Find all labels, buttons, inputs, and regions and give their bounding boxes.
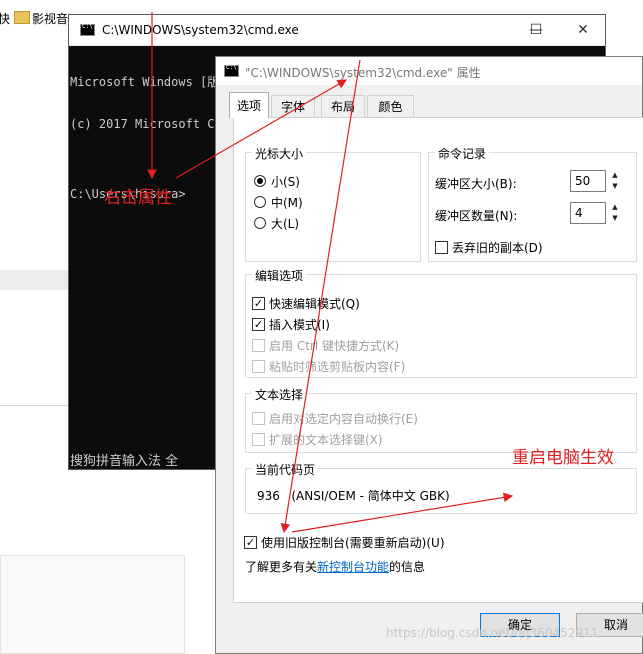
command-history-group: 命令记录 缓冲区大小(B): 50 ▲ ▼ 缓冲区数量(N): 4 ▲ ▼ 丢弃旧的… [428, 145, 637, 262]
cursor-size-group: 光标大小 小(S) 中(M) 大(L) [245, 145, 421, 262]
close-button[interactable]: ✕ [568, 19, 598, 41]
ctrl-keys-label: 启用 Ctrl 键快捷方式(K) [269, 339, 400, 353]
legacy-console-label[interactable]: 使用旧版控制台(需要重新启动)(U) [261, 534, 445, 551]
group-title: 当前代码页 [252, 461, 319, 478]
cursor-small-label[interactable]: 小(S) [271, 173, 300, 190]
tab-colors[interactable]: 颜色 [367, 95, 414, 117]
watermark: https://blog.csdn.net/qq360452911 [386, 626, 599, 640]
buffer-count-stepper[interactable]: ▲ ▼ [607, 202, 623, 224]
properties-dialog[interactable]: "C:\WINDOWS\system32\cmd.exe" 属性 选项 字体 布… [215, 56, 643, 654]
extended-keys-checkbox [252, 433, 265, 446]
cmd-app-icon[interactable] [80, 23, 95, 36]
tab-font[interactable]: 字体 [271, 95, 315, 117]
tab-layout[interactable]: 布局 [321, 95, 365, 117]
line-wrap-checkbox [252, 412, 265, 425]
group-title: 光标大小 [252, 145, 307, 162]
cursor-large-label[interactable]: 大(L) [271, 215, 299, 232]
stepper-up-icon[interactable]: ▲ [607, 202, 623, 213]
cursor-medium-radio[interactable] [254, 196, 266, 208]
group-title: 命令记录 [435, 145, 490, 162]
insert-mode-checkbox[interactable]: ✓ [252, 318, 265, 331]
stepper-up-icon[interactable]: ▲ [607, 170, 623, 181]
stepper-down-icon[interactable]: ▼ [607, 213, 623, 224]
buffer-size-stepper[interactable]: ▲ ▼ [607, 170, 623, 192]
quick-edit-checkbox[interactable]: ✓ [252, 297, 265, 310]
line-wrap-label: 启用对选定内容自动换行(E) [269, 412, 418, 426]
legacy-console-checkbox[interactable]: ✓ [244, 536, 257, 549]
ime-status-bar: 搜狗拼音输入法 全 [70, 454, 179, 469]
buffer-size-label: 缓冲区大小(B): [435, 177, 517, 191]
explorer-panel [0, 555, 185, 654]
cmd-window-title: C:\WINDOWS\system32\cmd.exe [102, 23, 299, 37]
ctrl-keys-checkbox [252, 339, 265, 352]
folder-icon [14, 11, 30, 24]
explorer-fragment-text: 快 [0, 12, 11, 26]
buffer-count-label: 缓冲区数量(N): [435, 209, 518, 223]
tab-options[interactable]: 选项 [229, 92, 269, 118]
edit-options-group: 编辑选项 ✓ 快速编辑模式(Q) ✓ 插入模式(I) 启用 Ctrl 键快捷方式… [245, 267, 637, 378]
discard-old-checkbox[interactable] [435, 241, 448, 254]
annotation-restart: 重启电脑生效 [512, 448, 614, 468]
learn-more-text: 了解更多有关新控制台功能的信息 [245, 558, 425, 575]
options-tab-panel: 光标大小 小(S) 中(M) 大(L) 命令记录 缓冲区大小(B): 50 ▲ ▼… [233, 117, 643, 603]
cursor-medium-label[interactable]: 中(M) [271, 194, 303, 211]
new-console-features-link[interactable]: 新控制台功能 [317, 560, 389, 574]
explorer-folder-label[interactable]: 影视音 [32, 10, 68, 27]
buffer-count-input[interactable]: 4 [570, 202, 606, 224]
cmd-app-icon [224, 64, 239, 77]
quick-edit-label[interactable]: 快速编辑模式(Q) [269, 295, 360, 312]
cursor-large-radio[interactable] [254, 217, 266, 229]
discard-old-label[interactable]: 丢弃旧的副本(D) [452, 239, 543, 256]
maximize-button[interactable]: ☐ [521, 19, 551, 41]
extended-keys-label: 扩展的文本选择键(X) [269, 433, 383, 447]
stepper-down-icon[interactable]: ▼ [607, 181, 623, 192]
codepage-value: 936 (ANSI/OEM - 简体中文 GBK) [257, 489, 450, 503]
learn-more-prefix: 了解更多有关 [245, 560, 318, 574]
filter-paste-label: 粘贴时筛选剪贴板内容(F) [269, 360, 406, 374]
buffer-size-input[interactable]: 50 [570, 170, 606, 192]
learn-more-suffix: 的信息 [389, 560, 426, 574]
group-title: 编辑选项 [252, 267, 307, 284]
properties-titlebar[interactable]: "C:\WINDOWS\system32\cmd.exe" 属性 [216, 57, 642, 85]
insert-mode-label[interactable]: 插入模式(I) [269, 316, 330, 333]
codepage-group: 当前代码页 936 (ANSI/OEM - 简体中文 GBK) [245, 461, 637, 514]
cmd-titlebar[interactable]: C:\WINDOWS\system32\cmd.exe — ☐ ✕ [69, 15, 605, 46]
annotation-right-click: 右击属性 [104, 188, 172, 208]
cursor-small-radio[interactable] [254, 175, 266, 187]
filter-paste-checkbox [252, 360, 265, 373]
group-title: 文本选择 [252, 386, 307, 403]
properties-title: "C:\WINDOWS\system32\cmd.exe" 属性 [245, 66, 481, 80]
